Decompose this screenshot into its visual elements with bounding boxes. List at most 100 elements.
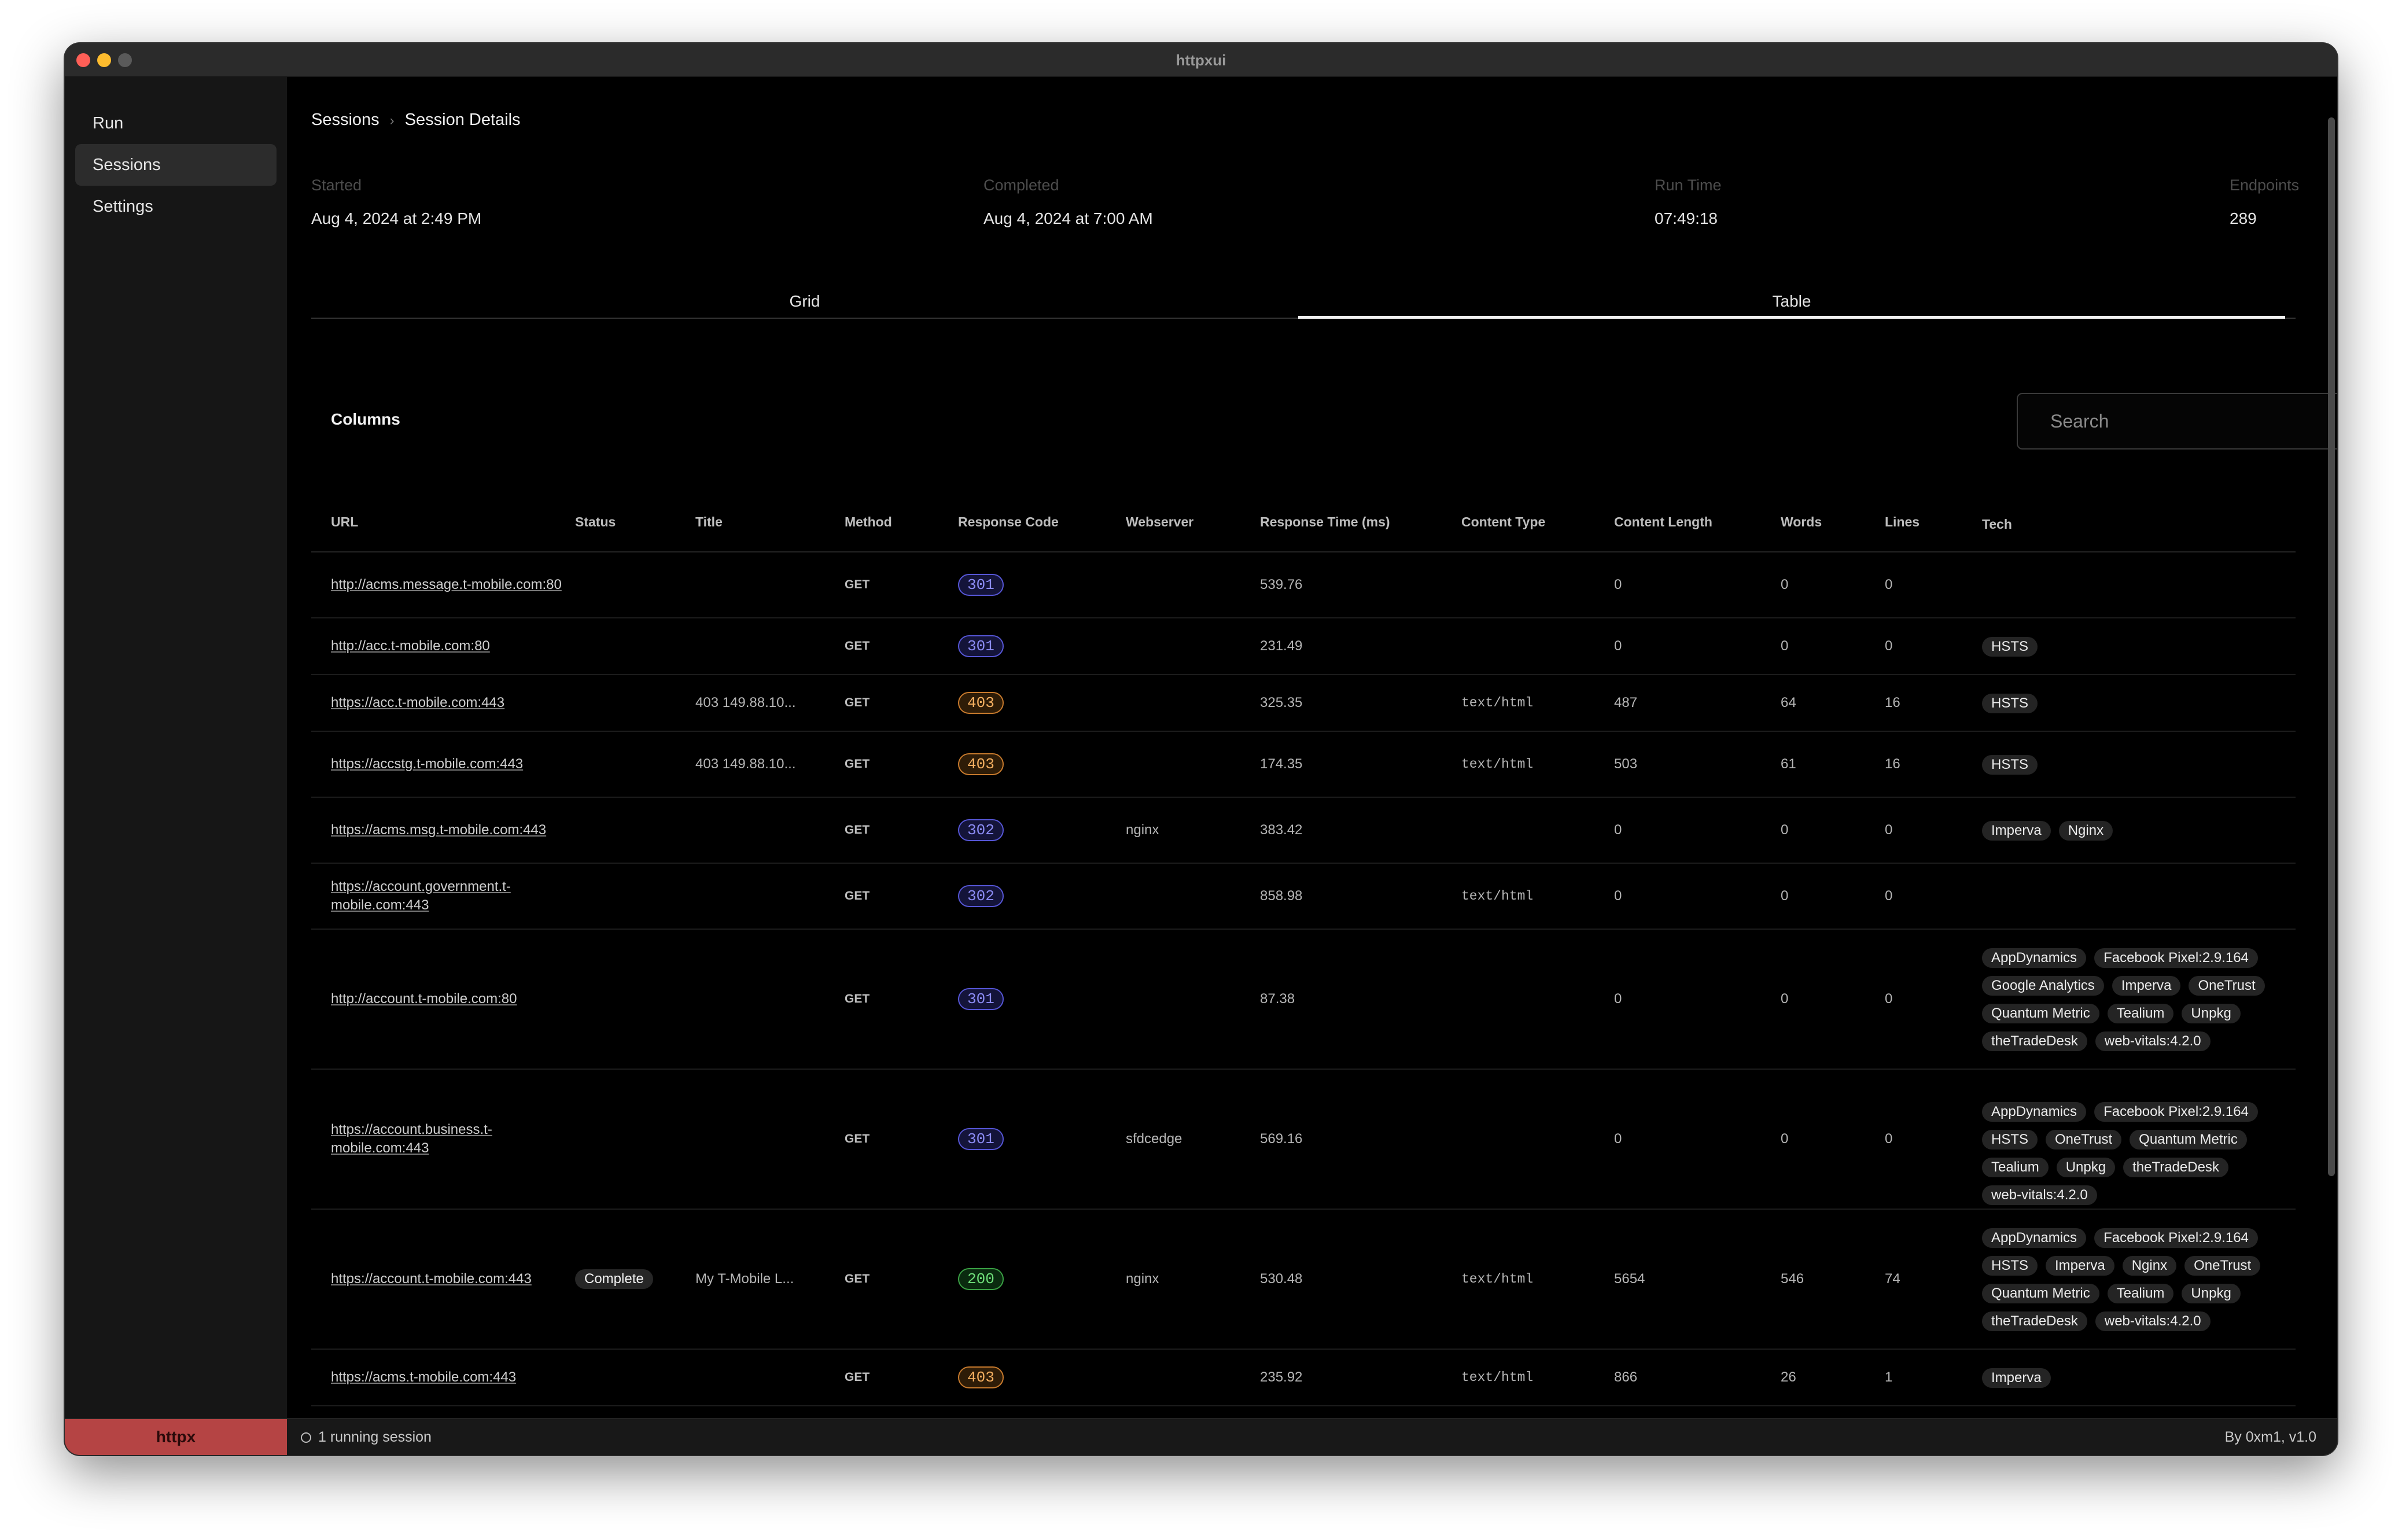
response-time-cell: 87.38 xyxy=(1260,991,1295,1007)
credit-label: By 0xm1, v1.0 xyxy=(2224,1429,2316,1445)
tech-tags: AppDynamics Facebook Pixel:2.9.164 HSTS Imp… xyxy=(1982,1228,2306,1331)
tech-tag: web-vitals:4.2.0 xyxy=(1982,1185,2097,1205)
search-input[interactable] xyxy=(2017,393,2337,450)
breadcrumb-sessions-link[interactable]: Sessions xyxy=(311,110,380,129)
url-link[interactable]: https://account.government.t-mobile.com:… xyxy=(331,878,562,915)
circle-icon xyxy=(301,1432,311,1443)
column-header-ctype[interactable]: Content Type xyxy=(1461,514,1545,530)
lines-cell: 16 xyxy=(1885,756,1900,772)
url-link[interactable]: https://acms.t-mobile.com:443 xyxy=(331,1368,562,1387)
tech-tags: HSTS xyxy=(1982,637,2306,657)
tech-tag: Quantum Metric xyxy=(1982,1004,2099,1023)
table-row[interactable]: http://account.t-mobile.com:80 GET 301 87.3… xyxy=(311,930,2296,1070)
column-header-method[interactable]: Method xyxy=(845,514,892,530)
method-cell: GET xyxy=(845,889,870,902)
tech-tag: Unpkg xyxy=(2056,1158,2116,1177)
column-header-title[interactable]: Title xyxy=(695,514,723,530)
response-code-badge: 403 xyxy=(958,692,1004,714)
meta-endpoints-value: 289 xyxy=(2230,209,2257,227)
tech-tag: Google Analytics xyxy=(1982,976,2104,996)
running-sessions[interactable]: 1 running session xyxy=(301,1429,432,1446)
method-cell: GET xyxy=(845,1272,870,1285)
table-row[interactable]: https://account.business.t-mobile.com:44… xyxy=(311,1070,2296,1210)
tech-tags: Imperva xyxy=(1982,1368,2306,1388)
column-header-words[interactable]: Words xyxy=(1781,514,1822,530)
column-header-lines[interactable]: Lines xyxy=(1885,514,1920,530)
sidebar-item-settings[interactable]: Settings xyxy=(75,186,277,227)
method-cell: GET xyxy=(845,757,870,771)
response-code-cell: 301 xyxy=(958,1128,1004,1150)
table-body: http://acms.message.t-mobile.com:80 GET 30… xyxy=(311,552,2296,1418)
url-link[interactable]: https://accstg.t-mobile.com:443 xyxy=(331,755,562,773)
response-code-badge: 403 xyxy=(958,1366,1004,1388)
table-row[interactable]: https://accstg.t-mobile.com:443 403 149.8… xyxy=(311,732,2296,798)
url-link[interactable]: https://acc.t-mobile.com:443 xyxy=(331,694,562,712)
tech-tag: OneTrust xyxy=(2184,1256,2261,1276)
column-header-code[interactable]: Response Code xyxy=(958,514,1059,530)
response-code-badge: 301 xyxy=(958,988,1004,1010)
column-header-webserver[interactable]: Webserver xyxy=(1126,514,1193,530)
column-header-time[interactable]: Response Time (ms) xyxy=(1260,514,1390,530)
table-row[interactable]: https://account.t-mobile.com:443 Complete… xyxy=(311,1210,2296,1350)
response-code-badge: 301 xyxy=(958,574,1004,596)
response-time-cell: 235.92 xyxy=(1260,1369,1303,1385)
table-header: URL Status Title Method Response Code Webserv… xyxy=(311,489,2296,552)
tech-tag: Tealium xyxy=(1982,1158,2049,1177)
content-length-cell: 0 xyxy=(1614,1131,1622,1147)
tech-tag: HSTS xyxy=(1982,1256,2038,1276)
url-link[interactable]: http://acms.message.t-mobile.com:80 xyxy=(331,576,562,594)
webserver-cell: nginx xyxy=(1126,822,1159,838)
content-type-cell: text/html xyxy=(1461,1370,1534,1385)
lines-cell: 0 xyxy=(1885,577,1893,592)
vertical-scrollbar[interactable] xyxy=(2326,117,2337,1176)
response-time-cell: 539.76 xyxy=(1260,577,1303,592)
column-header-clen[interactable]: Content Length xyxy=(1614,514,1712,530)
table-row[interactable]: https://account.e2e.business.t-mobile.co… xyxy=(311,1406,2296,1418)
scrollbar-thumb[interactable] xyxy=(2328,117,2335,1176)
url-link[interactable]: https://account.t-mobile.com:443 xyxy=(331,1270,562,1288)
columns-button[interactable]: Columns xyxy=(331,410,400,429)
lines-cell: 0 xyxy=(1885,1131,1893,1147)
table-row[interactable]: https://account.government.t-mobile.com:… xyxy=(311,864,2296,930)
column-header-status[interactable]: Status xyxy=(575,514,616,530)
tech-tag: web-vitals:4.2.0 xyxy=(2095,1311,2211,1331)
running-sessions-label: 1 running session xyxy=(318,1429,432,1445)
tech-tag: Imperva xyxy=(2046,1256,2114,1276)
content-type-cell: text/html xyxy=(1461,757,1534,772)
meta-runtime-value: 07:49:18 xyxy=(1655,209,1718,227)
url-link[interactable]: https://account.business.t-mobile.com:44… xyxy=(331,1121,562,1158)
url-link[interactable]: http://acc.t-mobile.com:80 xyxy=(331,637,562,655)
title-cell: 403 149.88.10... xyxy=(695,695,796,710)
response-code-badge: 200 xyxy=(958,1268,1004,1290)
status-badge: Complete xyxy=(575,1269,653,1289)
url-link[interactable]: http://account.t-mobile.com:80 xyxy=(331,990,562,1008)
meta-completed-label: Completed xyxy=(983,176,1059,194)
url-link[interactable]: https://acms.msg.t-mobile.com:443 xyxy=(331,821,562,839)
column-header-tech[interactable]: Tech xyxy=(1982,517,2012,532)
table-row[interactable]: https://acc.t-mobile.com:443 403 149.88.1… xyxy=(311,675,2296,732)
lines-cell: 0 xyxy=(1885,888,1893,904)
column-header-url[interactable]: URL xyxy=(331,514,358,530)
words-cell: 0 xyxy=(1781,577,1789,592)
table-row[interactable]: https://acms.msg.t-mobile.com:443 GET 302 n… xyxy=(311,798,2296,864)
method-cell: GET xyxy=(845,639,870,653)
content-length-cell: 0 xyxy=(1614,888,1622,904)
table-row[interactable]: http://acms.message.t-mobile.com:80 GET 30… xyxy=(311,552,2296,618)
tech-tag: Imperva xyxy=(1982,821,2051,841)
tab-table[interactable]: Table xyxy=(1298,285,2285,319)
lines-cell: 74 xyxy=(1885,1271,1900,1287)
tech-tag: theTradeDesk xyxy=(1982,1311,2087,1331)
table-row[interactable]: https://acms.t-mobile.com:443 GET 403 235.9… xyxy=(311,1350,2296,1406)
tech-tag: OneTrust xyxy=(2189,976,2265,996)
meta-started-value: Aug 4, 2024 at 2:49 PM xyxy=(311,209,482,227)
webserver-cell: nginx xyxy=(1126,1271,1159,1287)
response-code-cell: 403 xyxy=(958,692,1004,714)
tab-grid[interactable]: Grid xyxy=(311,285,1298,319)
content-length-cell: 0 xyxy=(1614,577,1622,592)
webserver-cell: sfdcedge xyxy=(1126,1131,1182,1147)
tech-tag: theTradeDesk xyxy=(2123,1158,2228,1177)
table-row[interactable]: http://acc.t-mobile.com:80 GET 301 231.49 0 0… xyxy=(311,618,2296,675)
response-code-cell: 200 xyxy=(958,1268,1004,1290)
sidebar-item-run[interactable]: Run xyxy=(75,102,277,144)
sidebar-item-sessions[interactable]: Sessions xyxy=(75,144,277,186)
